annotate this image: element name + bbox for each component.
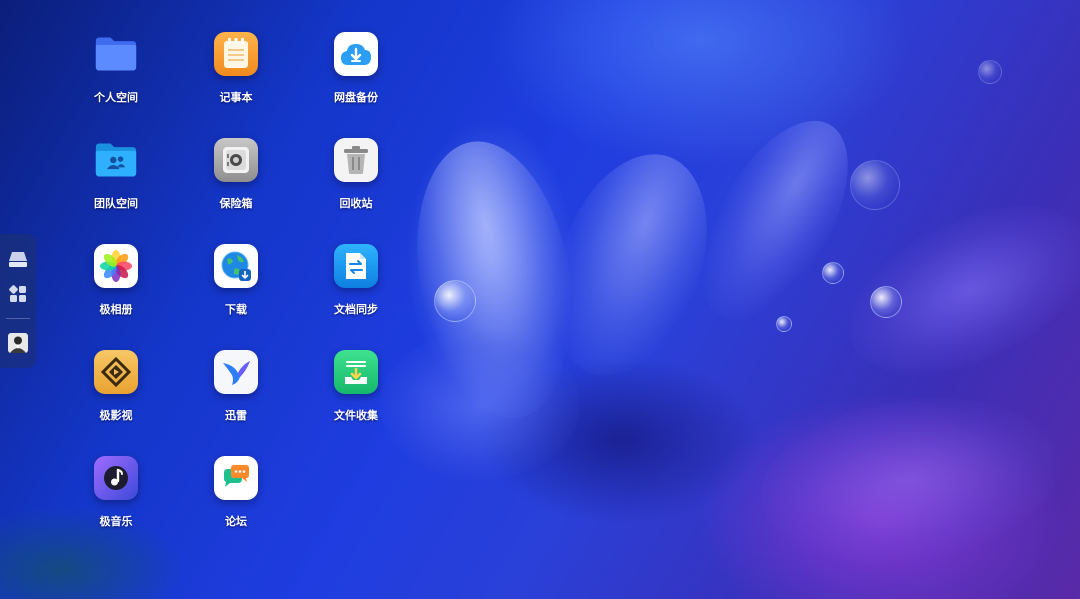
app-thunder[interactable]: 迅雷 <box>186 350 286 442</box>
water-drop <box>850 160 900 210</box>
wallpaper-petal <box>524 132 736 398</box>
music-icon <box>94 456 138 500</box>
file-collect-icon <box>334 350 378 394</box>
dock-divider <box>6 318 30 319</box>
water-drop <box>434 280 476 322</box>
app-recycle-bin[interactable]: 回收站 <box>306 138 406 230</box>
photos-icon <box>94 244 138 288</box>
folder-icon <box>94 32 138 76</box>
app-photos[interactable]: 极相册 <box>66 244 166 336</box>
app-team-space[interactable]: 团队空间 <box>66 138 166 230</box>
drive-icon[interactable] <box>7 248 29 270</box>
water-drop <box>978 60 1002 84</box>
notepad-icon <box>214 32 258 76</box>
app-label: 文件收集 <box>334 409 378 422</box>
app-safe[interactable]: 保险箱 <box>186 138 286 230</box>
app-download[interactable]: 下载 <box>186 244 286 336</box>
app-video[interactable]: 极影视 <box>66 350 166 442</box>
app-label: 迅雷 <box>225 409 247 422</box>
wallpaper-petal <box>672 97 878 343</box>
video-icon <box>94 350 138 394</box>
app-label: 下载 <box>225 303 247 316</box>
app-label: 极影视 <box>99 409 133 422</box>
app-label: 文档同步 <box>334 303 378 316</box>
trash-icon <box>334 138 378 182</box>
app-label: 极相册 <box>99 303 133 316</box>
water-drop <box>776 316 792 332</box>
app-grid-icon[interactable] <box>7 283 29 305</box>
safe-icon <box>214 138 258 182</box>
app-personal-space[interactable]: 个人空间 <box>66 32 166 124</box>
wallpaper-petal <box>750 379 1070 581</box>
side-dock <box>0 234 36 368</box>
team-folder-icon <box>94 138 138 182</box>
app-cloud-backup[interactable]: 网盘备份 <box>306 32 406 124</box>
app-label: 回收站 <box>339 197 373 210</box>
app-label: 个人空间 <box>94 91 138 104</box>
app-label: 保险箱 <box>219 197 253 210</box>
water-drop <box>870 286 902 318</box>
cloud-download-icon <box>334 32 378 76</box>
sync-icon <box>334 244 378 288</box>
app-music[interactable]: 极音乐 <box>66 456 166 548</box>
app-label: 极音乐 <box>99 515 133 528</box>
thunder-icon <box>214 350 258 394</box>
app-label: 记事本 <box>219 91 253 104</box>
app-doc-sync[interactable]: 文档同步 <box>306 244 406 336</box>
forum-icon <box>214 456 258 500</box>
wallpaper-petal <box>396 129 594 431</box>
globe-download-icon <box>214 244 258 288</box>
app-label: 网盘备份 <box>334 91 378 104</box>
app-file-collect[interactable]: 文件收集 <box>306 350 406 442</box>
avatar[interactable] <box>7 332 29 354</box>
wallpaper-petal <box>822 171 1080 409</box>
app-notepad[interactable]: 记事本 <box>186 32 286 124</box>
water-drop <box>822 262 844 284</box>
app-forum[interactable]: 论坛 <box>186 456 286 548</box>
app-label: 论坛 <box>225 515 247 528</box>
app-label: 团队空间 <box>94 197 138 210</box>
desktop: 个人空间 记事本 网盘备份 团队空间 保险箱 回收站 极相册 下载 文档同步 极… <box>0 0 1080 599</box>
wallpaper-petal <box>380 330 580 480</box>
